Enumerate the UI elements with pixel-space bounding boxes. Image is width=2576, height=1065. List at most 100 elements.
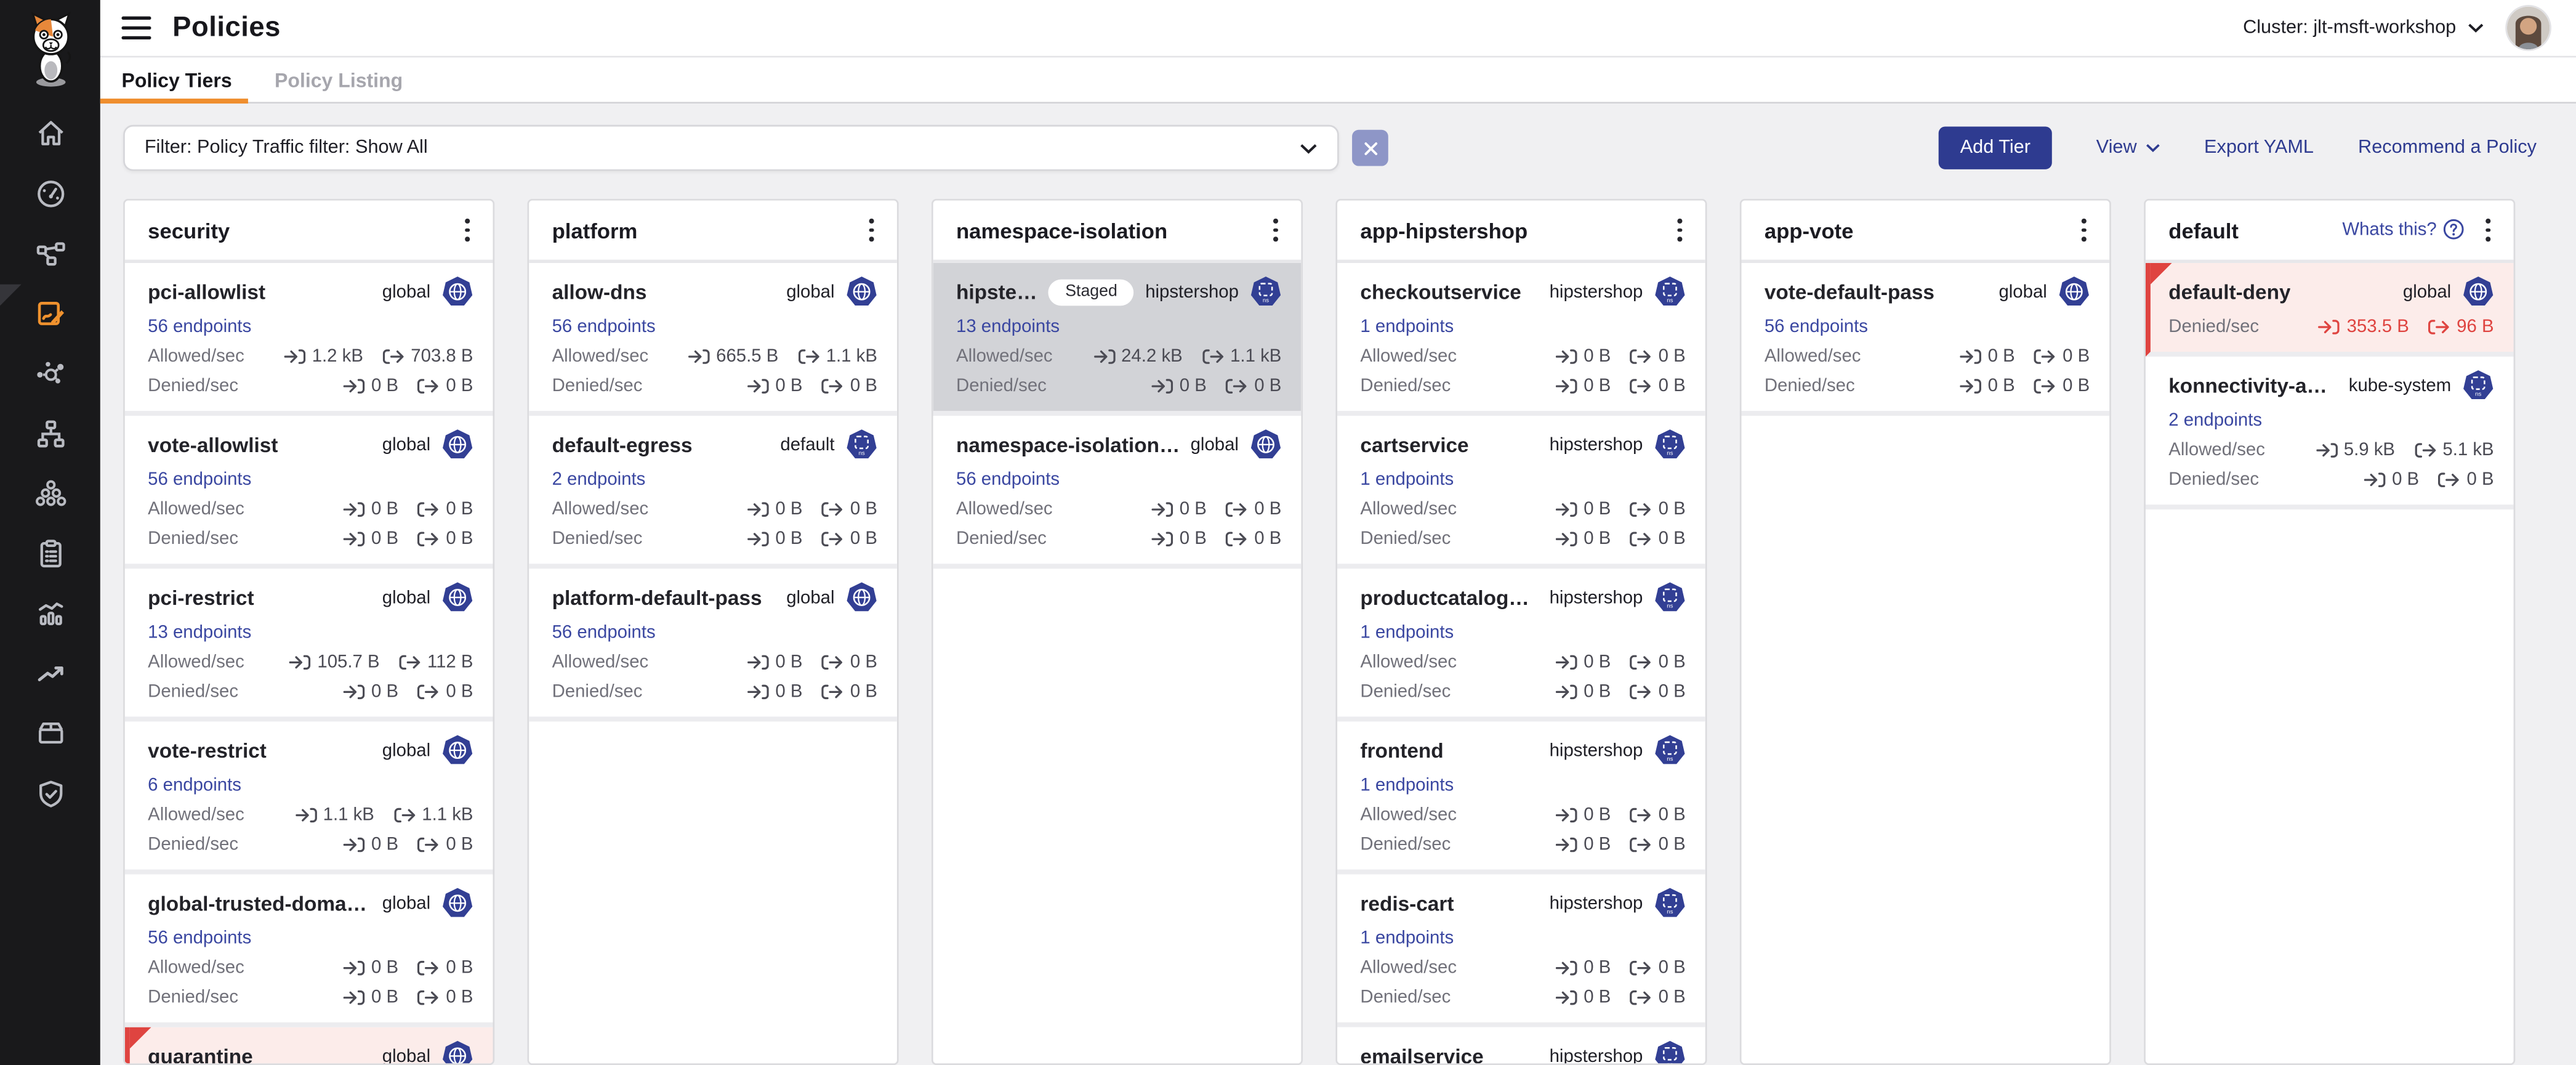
endpoints-link[interactable]: 56 endpoints [148, 470, 473, 490]
policy-card[interactable]: redis-cart hipstershop ns 1 endpoints Al… [1337, 875, 1705, 1027]
policy-card[interactable]: allow-dns global 56 endpoints Allowed/se… [529, 263, 897, 416]
tier-menu-button[interactable] [2479, 214, 2497, 246]
endpoints-link[interactable]: 2 endpoints [552, 470, 877, 490]
calico-cat-logo[interactable] [20, 8, 79, 90]
recommend-policy-button[interactable]: Recommend a Policy [2358, 138, 2537, 158]
ingress-value: 5.9 kB [2316, 440, 2395, 460]
policy-card[interactable]: quarantine global 0 endpoints [125, 1027, 493, 1064]
tier-menu-button[interactable] [1267, 214, 1285, 246]
policy-card[interactable]: vote-allowlist global 56 endpoints Allow… [125, 416, 493, 569]
tier-menu-button[interactable] [1671, 214, 1689, 246]
traffic-stat-row: Denied/sec 0 B 0 B [1360, 835, 1685, 855]
policy-tier-column: app-hipstershop checkoutservice hipsters… [1335, 199, 1707, 1065]
stat-label: Allowed/sec [552, 347, 649, 366]
traffic-filter-select[interactable]: Filter: Policy Traffic filter: Show All [123, 125, 1339, 171]
tier-menu-button[interactable] [459, 214, 477, 246]
export-yaml-button[interactable]: Export YAML [2204, 138, 2314, 158]
endpoints-link[interactable]: 56 endpoints [148, 929, 473, 949]
endpoints-link[interactable]: 56 endpoints [1765, 317, 2090, 337]
sidebar-item-clusters[interactable] [0, 463, 100, 523]
stat-label: Denied/sec [1360, 682, 1451, 702]
ingress-arrow-icon [2319, 319, 2340, 336]
tier-header: default Whats this? [2146, 201, 2514, 263]
tab-policy-listing[interactable]: Policy Listing [275, 57, 403, 102]
ingress-value: 0 B [1556, 988, 1611, 1008]
policy-card[interactable]: cartservice hipstershop ns 1 endpoints A… [1337, 416, 1705, 569]
egress-arrow-icon [1226, 501, 1248, 518]
namespace-icon: ns [846, 429, 877, 460]
policy-scope-label: global [382, 588, 430, 607]
sidebar-item-packages[interactable] [0, 703, 100, 763]
policy-card[interactable]: pci-allowlist global 56 endpoints Allowe… [125, 263, 493, 416]
globe-icon [442, 429, 473, 460]
policy-card[interactable]: vote-default-pass global 56 endpoints Al… [1741, 263, 2109, 416]
add-tier-button[interactable]: Add Tier [1939, 126, 2052, 169]
globe-icon [846, 276, 877, 307]
policy-card[interactable]: default-deny global Denied/sec [2146, 263, 2514, 357]
policy-card[interactable]: global-trusted-domains global 56 endpoin… [125, 875, 493, 1027]
tier-cards: vote-default-pass global 56 endpoints Al… [1741, 263, 2109, 1063]
sidebar-item-trends[interactable] [0, 644, 100, 703]
policy-card[interactable]: emailservice hipstershop ns 1 endpoints … [1337, 1027, 1705, 1064]
endpoints-link[interactable]: 13 endpoints [956, 317, 1281, 337]
endpoints-link[interactable]: 1 endpoints [1360, 470, 1685, 490]
endpoints-link[interactable]: 1 endpoints [1360, 623, 1685, 642]
endpoints-link[interactable]: 56 endpoints [552, 623, 877, 642]
policy-card[interactable]: hipstershop-gh… Staged hipstershop ns 13… [933, 263, 1302, 416]
endpoints-link[interactable]: 6 endpoints [148, 775, 473, 795]
policy-card[interactable]: frontend hipstershop ns 1 endpoints Allo… [1337, 721, 1705, 874]
egress-value: 0 B [2439, 470, 2493, 490]
egress-bytes: 0 B [1659, 988, 1686, 1008]
endpoints-link[interactable]: 56 endpoints [552, 317, 877, 337]
endpoints-link[interactable]: 56 endpoints [956, 470, 1281, 490]
sidebar-item-home[interactable] [0, 103, 100, 163]
view-dropdown[interactable]: View [2096, 138, 2160, 158]
egress-value: 5.1 kB [2415, 440, 2494, 460]
sidebar-item-topology[interactable] [0, 403, 100, 463]
ingress-bytes: 0 B [371, 835, 398, 855]
filter-clear-button[interactable] [1352, 130, 1388, 166]
traffic-stat-row: Allowed/sec 0 B 0 B [1360, 958, 1685, 978]
sidebar-item-metrics[interactable] [0, 583, 100, 643]
user-avatar[interactable] [2507, 7, 2550, 49]
tier-header: platform [529, 201, 897, 263]
sidebar-item-security[interactable] [0, 763, 100, 823]
egress-bytes: 703.8 B [411, 347, 473, 366]
policies-icon [34, 297, 66, 330]
tab-policy-tiers[interactable]: Policy Tiers [121, 57, 231, 102]
ingress-value: 0 B [1556, 958, 1611, 978]
policy-card[interactable]: checkoutservice hipstershop ns 1 endpoin… [1337, 263, 1705, 416]
whats-this-link[interactable]: Whats this? [2342, 219, 2465, 241]
tier-menu-button[interactable] [863, 214, 880, 246]
egress-value: 0 B [418, 376, 473, 396]
policy-card[interactable]: konnectivity-agent kube-system ns 2 endp… [2146, 357, 2514, 509]
sidebar-item-dashboard[interactable] [0, 164, 100, 224]
policy-name: vote-default-pass [1765, 280, 1934, 303]
endpoints-link[interactable]: 56 endpoints [148, 317, 473, 337]
sidebar-item-service-graph[interactable] [0, 344, 100, 403]
endpoints-link[interactable]: 1 endpoints [1360, 775, 1685, 795]
policy-card[interactable]: namespace-isolation-default-p… global 56… [933, 416, 1302, 569]
cluster-selector[interactable]: Cluster: jlt-msft-workshop [2243, 18, 2484, 38]
policy-name: pci-restrict [148, 586, 254, 609]
sidebar-item-network-flow[interactable] [0, 224, 100, 283]
endpoints-link[interactable]: 13 endpoints [148, 623, 473, 642]
sidebar-item-reports[interactable] [0, 524, 100, 583]
endpoints-link[interactable]: 2 endpoints [2168, 411, 2493, 431]
policy-card[interactable]: productcatalogservice hipstershop ns 1 e… [1337, 569, 1705, 721]
namespace-scope-badge: ns [1250, 276, 1282, 307]
policy-card[interactable]: vote-restrict global 6 endpoints Allowed… [125, 721, 493, 874]
policy-card[interactable]: pci-restrict global 13 endpoints Allowed… [125, 569, 493, 721]
policy-card[interactable]: platform-default-pass global 56 endpoint… [529, 569, 897, 721]
ingress-bytes: 0 B [1584, 529, 1611, 549]
policy-card[interactable]: default-egress default ns 2 endpoints Al… [529, 416, 897, 569]
ingress-value: 0 B [344, 835, 398, 855]
board-area: Filter: Policy Traffic filter: Show All … [100, 103, 2576, 1065]
sidebar-item-policies[interactable] [0, 283, 100, 343]
menu-icon[interactable] [121, 17, 151, 39]
endpoints-link[interactable]: 1 endpoints [1360, 929, 1685, 949]
stat-label: Denied/sec [148, 529, 238, 549]
traffic-stat-row: Denied/sec 0 B 0 B [552, 529, 877, 549]
tier-menu-button[interactable] [2075, 214, 2093, 246]
endpoints-link[interactable]: 1 endpoints [1360, 317, 1685, 337]
